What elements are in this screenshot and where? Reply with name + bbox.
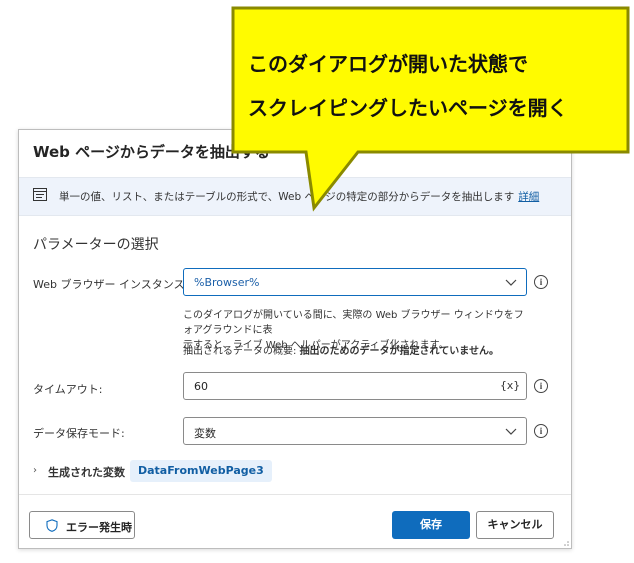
footer-divider: [19, 494, 571, 495]
chevron-down-icon: [505, 279, 517, 286]
summary-value: 抽出のためのデータが指定されていません。: [299, 346, 499, 357]
on-error-label: エラー発生時: [66, 521, 132, 534]
callout-line-1: このダイアログが開いた状態で: [248, 52, 528, 76]
timeout-info-icon[interactable]: i: [534, 379, 548, 393]
browser-info-icon[interactable]: i: [534, 275, 548, 289]
variable-picker-icon[interactable]: {x}: [500, 379, 520, 392]
save-button[interactable]: 保存: [392, 511, 470, 539]
description-line-1: このダイアログが開いている間に、実際の Web ブラウザー ウィンドウをフォアグ…: [183, 310, 524, 336]
store-mode-info-icon[interactable]: i: [534, 424, 548, 438]
resize-grip-icon[interactable]: [563, 540, 569, 546]
on-error-button[interactable]: エラー発生時: [29, 511, 135, 539]
timeout-label: タイムアウト:: [33, 383, 103, 396]
shield-icon: [46, 519, 58, 532]
browser-instance-dropdown[interactable]: %Browser%: [183, 268, 527, 296]
chevron-right-icon[interactable]: ›: [33, 465, 37, 476]
store-mode-value: 変数: [194, 427, 216, 440]
summary-prefix: 抽出されるデータの概要:: [183, 346, 297, 357]
cancel-button[interactable]: キャンセル: [476, 511, 554, 539]
data-summary: 抽出されるデータの概要: 抽出のためのデータが指定されていません。: [183, 344, 533, 359]
store-mode-label: データ保存モード:: [33, 427, 125, 440]
callout-bubble: [231, 6, 630, 212]
generated-variable-chip[interactable]: DataFromWebPage3: [130, 460, 272, 482]
browser-instance-value: %Browser%: [194, 276, 260, 289]
timeout-value: 60: [194, 380, 208, 393]
callout-line-2: スクレイピングしたいページを開く: [248, 96, 568, 120]
chevron-down-icon: [505, 428, 517, 435]
store-mode-dropdown[interactable]: 変数: [183, 417, 527, 445]
generated-variables-label: 生成された変数: [48, 466, 125, 479]
browser-instance-label: Web ブラウザー インスタンス:: [33, 278, 189, 291]
timeout-input[interactable]: 60 {x}: [183, 372, 527, 400]
